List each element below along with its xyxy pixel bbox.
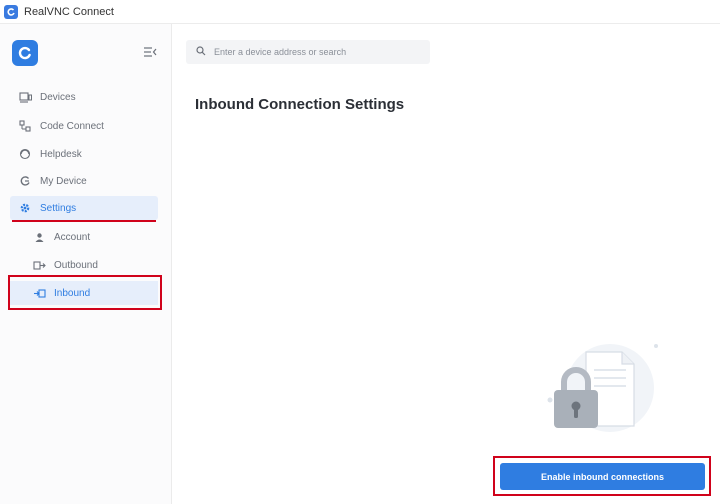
settings-highlight-underline [12,220,156,222]
sidebar-item-label: Helpdesk [40,148,82,160]
sidebar-item-label: Code Connect [40,120,104,132]
helpdesk-icon [18,147,32,161]
window-title: RealVNC Connect [24,5,114,18]
sidebar-item-account[interactable]: Account [10,225,158,249]
sidebar-item-my-device[interactable]: My Device [10,169,158,193]
search-bar[interactable] [186,40,430,64]
enable-button-highlight-box [493,456,711,496]
code-connect-icon [18,119,32,133]
sidebar-item-helpdesk[interactable]: Helpdesk [10,142,158,166]
my-device-icon [18,174,32,188]
app-logo-icon [4,4,18,19]
sidebar-item-label: Outbound [54,259,98,271]
user-icon [32,230,46,244]
inbound-highlight-box [8,275,162,310]
page-title: Inbound Connection Settings [195,96,405,113]
outbound-icon [32,258,46,272]
search-icon [196,43,206,61]
sidebar-item-label: Devices [40,91,76,103]
sidebar-item-label: Account [54,231,91,243]
devices-icon [18,90,32,104]
title-bar: RealVNC Connect [0,0,720,24]
search-input[interactable] [214,47,414,57]
sidebar-item-label: Settings [40,202,77,214]
sidebar-item-code-connect[interactable]: Code Connect [10,114,158,138]
sidebar-item-settings[interactable]: Settings [10,196,158,220]
gear-icon [18,201,32,215]
sidebar-item-devices[interactable]: Devices [10,85,158,109]
sidebar-item-outbound[interactable]: Outbound [10,253,158,277]
realvnc-logo-icon[interactable] [12,40,38,66]
collapse-sidebar-icon[interactable] [142,44,158,60]
locked-document-illustration [538,338,664,438]
sidebar-item-label: My Device [40,175,87,187]
